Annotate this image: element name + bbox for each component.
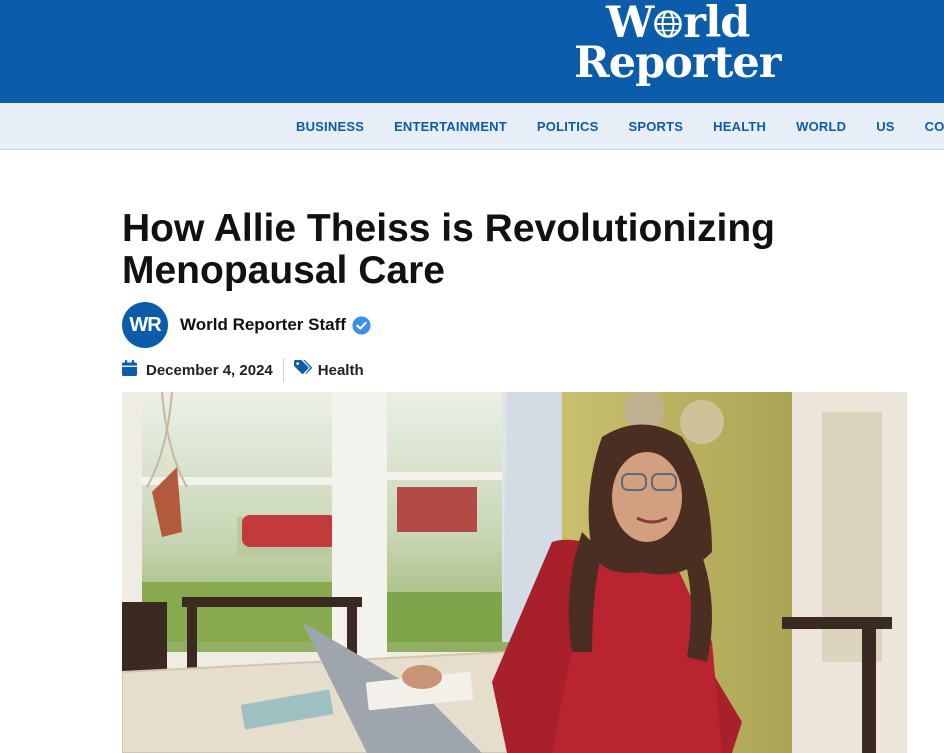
nav-item-world[interactable]: WORLD [796, 119, 846, 134]
category-link[interactable]: Health [318, 362, 364, 379]
verified-badge-icon [352, 315, 371, 335]
hero-image [122, 392, 907, 753]
nav-item-us[interactable]: US [876, 119, 894, 134]
main-nav: BUSINESS ENTERTAINMENT POLITICS SPORTS H… [0, 103, 944, 150]
author-avatar[interactable]: WR [122, 302, 168, 348]
nav-item-sports[interactable]: SPORTS [628, 119, 683, 134]
publish-date: December 4, 2024 [146, 361, 273, 379]
globe-icon [654, 10, 683, 38]
nav-item-politics[interactable]: POLITICS [537, 119, 599, 134]
article-title: How Allie Theiss is Revolutionizing Meno… [122, 207, 775, 292]
nav-list: BUSINESS ENTERTAINMENT POLITICS SPORTS H… [296, 103, 944, 149]
nav-item-entertainment[interactable]: ENTERTAINMENT [394, 119, 507, 134]
author-name[interactable]: World Reporter Staff [180, 315, 346, 335]
author-byline: WR World Reporter Staff [122, 302, 371, 348]
nav-item-business[interactable]: BUSINESS [296, 119, 364, 134]
meta-divider [282, 358, 284, 382]
site-header: Wrld Reporter [0, 0, 944, 103]
calendar-icon [122, 360, 137, 380]
article-meta: December 4, 2024 Health [122, 358, 364, 382]
tags-icon [293, 360, 314, 380]
nav-item-health[interactable]: HEALTH [713, 119, 766, 134]
hero-photo-illustration [122, 392, 907, 753]
nav-item-truncated[interactable]: CO [925, 119, 944, 134]
